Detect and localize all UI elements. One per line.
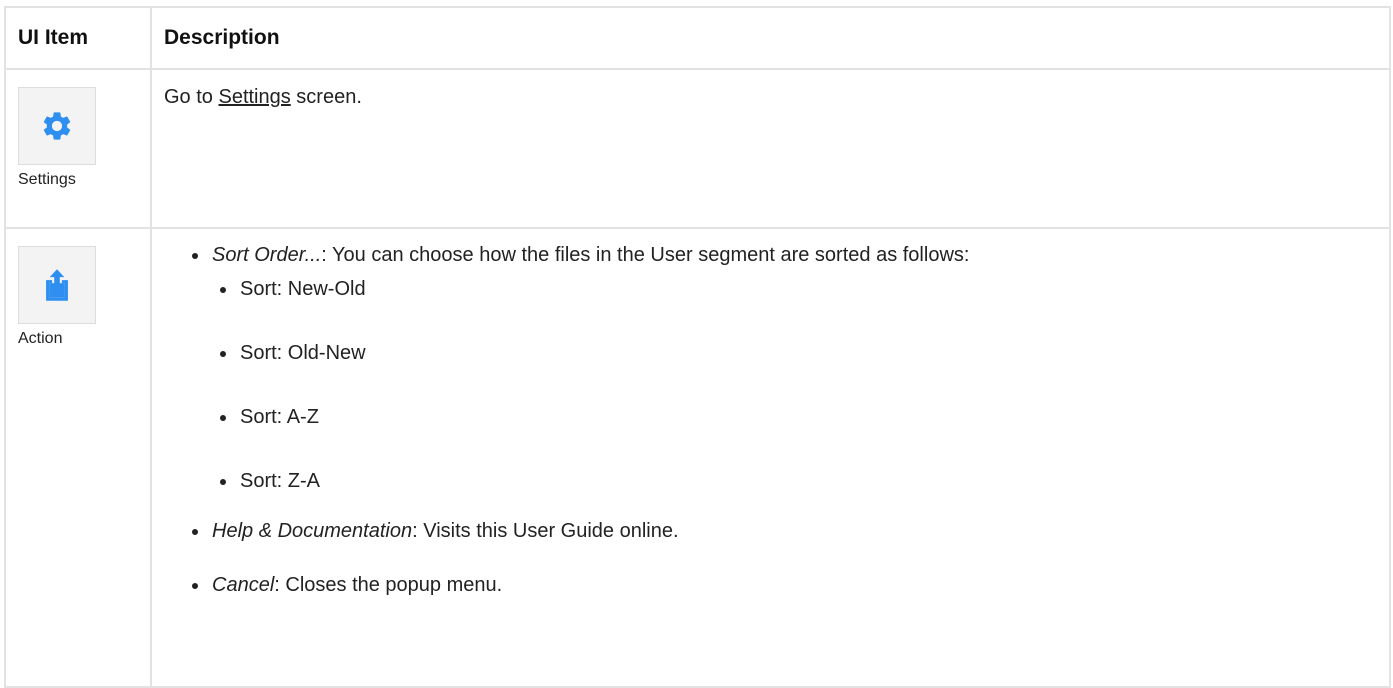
sort-order-term: Sort Order... [212,244,322,266]
sort-option-item: Sort: New-Old [220,275,1377,303]
sort-options-list: Sort: New-Old Sort: Old-New Sort: A-Z So… [212,275,1377,495]
list-item-sort-order: Sort Order...: You can choose how the fi… [192,241,1377,495]
table-header-row: UI Item Description [4,6,1391,70]
ui-item-table: UI Item Description Settings Go to Setti… [4,6,1391,688]
settings-button[interactable] [18,87,96,165]
sort-option-item: Sort: Z-A [220,467,1377,495]
help-text: : Visits this User Guide online. [412,520,679,542]
action-button[interactable] [18,246,96,324]
sort-order-text: : You can choose how the files in the Us… [321,244,970,266]
table-row-settings: Settings Go to Settings screen. [4,68,1391,229]
description-cell: Sort Order...: You can choose how the fi… [150,227,1391,688]
share-icon [46,269,68,301]
sort-option-item: Sort: Old-New [220,339,1377,367]
description-cell: Go to Settings screen. [150,68,1391,229]
help-term: Help & Documentation [212,520,413,542]
header-ui-item: UI Item [4,6,152,70]
gear-icon [43,112,71,140]
table-row-action: Action Sort Order...: You can choose how… [4,227,1391,688]
action-label: Action [18,330,63,347]
list-item-help: Help & Documentation: Visits this User G… [192,517,1377,545]
settings-link[interactable]: Settings [218,86,290,108]
settings-desc-prefix: Go to [164,86,219,108]
sort-option-item: Sort: A-Z [220,403,1377,431]
settings-desc-suffix: screen. [290,86,362,108]
cancel-text: : Closes the popup menu. [274,574,503,596]
settings-label: Settings [18,171,76,188]
ui-item-cell: Settings [4,68,152,229]
header-description: Description [150,6,1391,70]
action-menu-list: Sort Order...: You can choose how the fi… [164,241,1377,599]
list-item-cancel: Cancel: Closes the popup menu. [192,571,1377,599]
ui-item-cell: Action [4,227,152,688]
cancel-term: Cancel [212,574,275,596]
